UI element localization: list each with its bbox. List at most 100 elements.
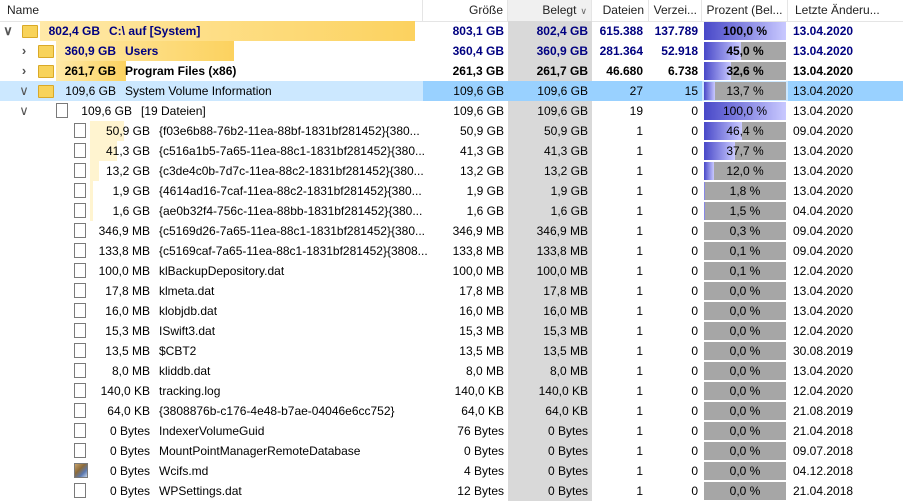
- column-header-name[interactable]: Name: [0, 0, 423, 21]
- percent-cell: 45,0 %: [702, 41, 788, 61]
- size-label: 346,9 MB: [98, 224, 150, 238]
- column-header-size[interactable]: Größe: [423, 0, 508, 21]
- tree-row[interactable]: 41,3 GB {c516a1b5-7a65-11ea-88c1-1831bf28…: [0, 141, 903, 161]
- tree-row[interactable]: 346,9 MB {c5169d26-7a65-11ea-88c1-1831bf2…: [0, 221, 903, 241]
- percent-cell: 0,0 %: [702, 321, 788, 341]
- size-value: 8,0 MB: [465, 364, 504, 378]
- name-cell[interactable]: 140,0 KB tracking.log: [0, 381, 423, 401]
- column-header-date[interactable]: Letzte Änderu...: [788, 0, 903, 21]
- name-cell[interactable]: 133,8 MB {c5169caf-7a65-11ea-88c1-1831bf2…: [0, 241, 428, 261]
- percent-value: 13,7 %: [726, 84, 764, 98]
- size-label: 0 Bytes: [109, 444, 150, 458]
- column-header-percent[interactable]: Prozent (Bel...: [702, 0, 788, 21]
- item-name: kliddb.dat: [159, 364, 211, 378]
- tree-row[interactable]: 13,5 MB $CBT2 13,5 MB 13,5 MB 1 0 0,0 % 30.08.2…: [0, 341, 903, 361]
- date-value: 13.04.2020: [793, 64, 854, 78]
- tree-row[interactable]: 50,9 GB {f03e6b88-76b2-11ea-88bf-1831bf28…: [0, 121, 903, 141]
- size-value: 346,9 MB: [452, 224, 504, 238]
- date-value: 21.04.2018: [793, 484, 854, 498]
- file-icon: [74, 143, 86, 158]
- percent-value: 0,1 %: [729, 264, 761, 278]
- size-label: 133,8 MB: [98, 244, 150, 258]
- tree-row[interactable]: 15,3 MB ISwift3.dat 15,3 MB 15,3 MB 1 0 0,0 % 1…: [0, 321, 903, 341]
- date-value: 13.04.2020: [788, 81, 903, 101]
- expand-toggle-expanded-icon[interactable]: ∨: [16, 101, 32, 121]
- tree-row[interactable]: ∨ 109,6 GB System Volume Information 109,6 …: [0, 81, 903, 101]
- belegt-value: 16,0 MB: [508, 301, 592, 321]
- column-header-belegt[interactable]: Belegt ∨: [508, 0, 592, 21]
- name-cell[interactable]: 0 Bytes Wcifs.md: [0, 461, 423, 481]
- name-cell[interactable]: 16,0 MB klobjdb.dat: [0, 301, 423, 321]
- name-cell[interactable]: ∨ 109,6 GB System Volume Information: [0, 81, 423, 101]
- name-cell[interactable]: 0 Bytes WPSettings.dat: [0, 481, 423, 501]
- column-header-dirs[interactable]: Verzei...: [649, 0, 702, 21]
- tree-row[interactable]: 0 Bytes Wcifs.md 4 Bytes 0 Bytes 1 0 0,0 % 04.1…: [0, 461, 903, 481]
- size-value: 4 Bytes: [463, 464, 504, 478]
- name-cell[interactable]: 0 Bytes IndexerVolumeGuid: [0, 421, 423, 441]
- size-label: 0 Bytes: [109, 464, 150, 478]
- name-cell[interactable]: 8,0 MB kliddb.dat: [0, 361, 423, 381]
- tree-row[interactable]: 0 Bytes IndexerVolumeGuid 76 Bytes 0 Bytes 1…: [0, 421, 903, 441]
- name-cell[interactable]: 17,8 MB klmeta.dat: [0, 281, 423, 301]
- tree-row[interactable]: 16,0 MB klobjdb.dat 16,0 MB 16,0 MB 1 0 0,0 % 1…: [0, 301, 903, 321]
- tree-row[interactable]: › 261,7 GB Program Files (x86) 261,3 GB 261,…: [0, 61, 903, 81]
- name-cell[interactable]: › 261,7 GB Program Files (x86): [0, 61, 423, 81]
- files-count: 1: [636, 384, 643, 398]
- percent-cell: 0,3 %: [702, 221, 788, 241]
- percent-bar: 0,1 %: [704, 262, 786, 280]
- name-cell[interactable]: 346,9 MB {c5169d26-7a65-11ea-88c1-1831bf2…: [0, 221, 425, 241]
- name-cell[interactable]: 13,2 GB {c3de4c0b-7d7c-11ea-88c2-1831bf28…: [0, 161, 424, 181]
- size-label: 8,0 MB: [111, 364, 150, 378]
- files-count: 1: [636, 244, 643, 258]
- tree-row[interactable]: 0 Bytes MountPointManagerRemoteDatabase 0 …: [0, 441, 903, 461]
- file-icon: [74, 283, 86, 298]
- percent-value: 0,1 %: [729, 244, 761, 258]
- name-cell[interactable]: 0 Bytes MountPointManagerRemoteDatabase: [0, 441, 423, 461]
- percent-cell: 12,0 %: [702, 161, 788, 181]
- name-cell[interactable]: ∨ 802,4 GB C:\ auf [System]: [0, 21, 423, 41]
- name-cell[interactable]: 13,5 MB $CBT2: [0, 341, 423, 361]
- date-value: 12.04.2020: [793, 324, 854, 338]
- name-cell[interactable]: 50,9 GB {f03e6b88-76b2-11ea-88bf-1831bf28…: [0, 121, 423, 141]
- percent-value: 45,0 %: [726, 44, 764, 58]
- name-cell[interactable]: 100,0 MB klBackupDepository.dat: [0, 261, 423, 281]
- tree-row[interactable]: ∨ 109,6 GB [19 Dateien] 109,6 GB 109,6 GB 19 0…: [0, 101, 903, 121]
- file-icon: [74, 383, 86, 398]
- name-cell[interactable]: 1,9 GB {4614ad16-7caf-11ea-88c2-1831bf281…: [0, 181, 423, 201]
- tree-row[interactable]: ∨ 802,4 GB C:\ auf [System] 803,1 GB 802,4 G…: [0, 21, 903, 41]
- files-count: 27: [592, 81, 649, 101]
- tree-row[interactable]: 13,2 GB {c3de4c0b-7d7c-11ea-88c2-1831bf28…: [0, 161, 903, 181]
- tree-row[interactable]: 100,0 MB klBackupDepository.dat 100,0 MB 10…: [0, 261, 903, 281]
- tree-row[interactable]: 1,9 GB {4614ad16-7caf-11ea-88c2-1831bf281…: [0, 181, 903, 201]
- item-name: {f03e6b88-76b2-11ea-88bf-1831bf281452}{3…: [159, 124, 420, 138]
- column-header-files[interactable]: Dateien: [592, 0, 649, 21]
- percent-bar: 46,4 %: [704, 122, 786, 140]
- expand-toggle-collapsed-icon[interactable]: ›: [16, 41, 32, 61]
- name-cell[interactable]: › 360,9 GB Users: [0, 41, 423, 61]
- tree-row[interactable]: 133,8 MB {c5169caf-7a65-11ea-88c1-1831bf2…: [0, 241, 903, 261]
- tree-row[interactable]: 0 Bytes WPSettings.dat 12 Bytes 0 Bytes 1 0 0,…: [0, 481, 903, 501]
- tree-row[interactable]: › 360,9 GB Users 360,4 GB 360,9 GB 281.364 52.…: [0, 41, 903, 61]
- expand-toggle-collapsed-icon[interactable]: ›: [16, 61, 32, 81]
- name-cell[interactable]: 15,3 MB ISwift3.dat: [0, 321, 423, 341]
- size-value: 1,9 GB: [466, 184, 504, 198]
- expand-toggle-expanded-icon[interactable]: ∨: [16, 81, 32, 101]
- name-cell[interactable]: 1,6 GB {ae0b32f4-756c-11ea-88bb-1831bf281…: [0, 201, 423, 221]
- tree-row[interactable]: 140,0 KB tracking.log 140,0 KB 140,0 KB 1 0 0,…: [0, 381, 903, 401]
- name-cell[interactable]: 41,3 GB {c516a1b5-7a65-11ea-88c1-1831bf28…: [0, 141, 425, 161]
- tree-row[interactable]: 8,0 MB kliddb.dat 8,0 MB 8,0 MB 1 0 0,0 % 13.04…: [0, 361, 903, 381]
- dirs-count: 0: [691, 364, 698, 378]
- name-cell[interactable]: 64,0 KB {3808876b-c176-4e48-b7ae-04046e6c…: [0, 401, 423, 421]
- tree-row[interactable]: 17,8 MB klmeta.dat 17,8 MB 17,8 MB 1 0 0,0 % 13…: [0, 281, 903, 301]
- dirs-count: 0: [691, 404, 698, 418]
- percent-value: 0,0 %: [729, 384, 761, 398]
- tree-row[interactable]: 64,0 KB {3808876b-c176-4e48-b7ae-04046e6c…: [0, 401, 903, 421]
- expand-toggle-expanded-icon[interactable]: ∨: [0, 21, 16, 41]
- size-label: 802,4 GB: [48, 24, 100, 38]
- file-icon: [74, 223, 86, 238]
- percent-bar: 0,0 %: [704, 422, 786, 440]
- percent-cell: 0,0 %: [702, 281, 788, 301]
- name-cell[interactable]: ∨ 109,6 GB [19 Dateien]: [0, 101, 423, 121]
- percent-value: 0,0 %: [729, 304, 761, 318]
- tree-row[interactable]: 1,6 GB {ae0b32f4-756c-11ea-88bb-1831bf281…: [0, 201, 903, 221]
